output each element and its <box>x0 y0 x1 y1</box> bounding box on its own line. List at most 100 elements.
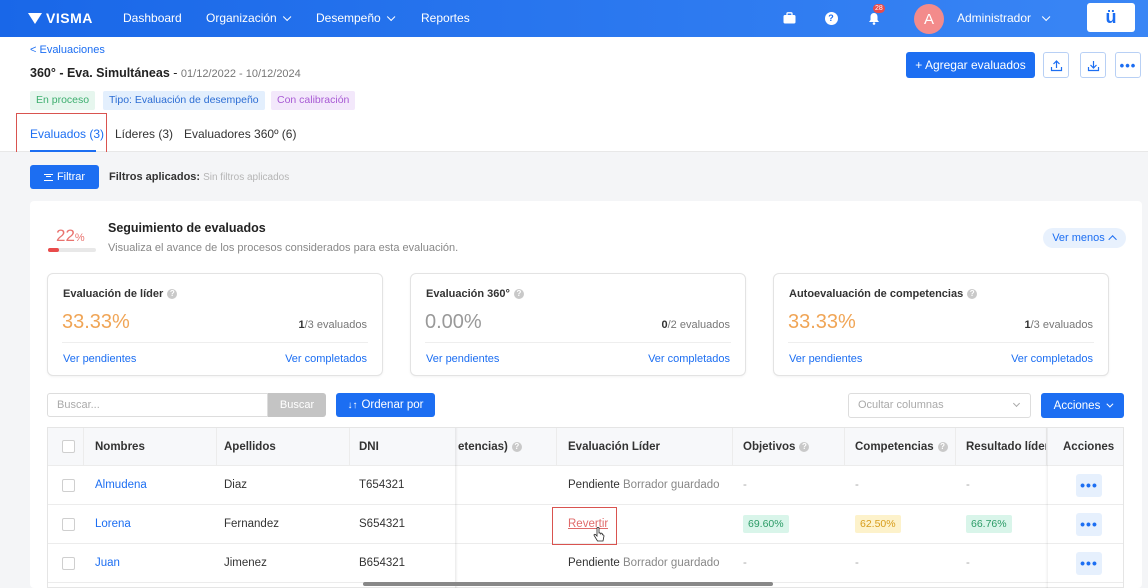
stat-title-text: Autoevaluación de competencias <box>789 288 964 300</box>
scroll-shadow <box>455 428 458 588</box>
objectives-cell: 69.60% <box>743 505 789 543</box>
leader-eval-cell: Pendiente Borrador guardado <box>568 544 720 582</box>
order-by-label: Ordenar por <box>361 399 424 411</box>
dni-cell: T654321 <box>359 479 405 491</box>
ver-completados-link[interactable]: Ver completados <box>285 353 367 365</box>
checkbox[interactable] <box>62 556 75 570</box>
dni-cell: B654321 <box>359 557 406 569</box>
app-switcher-button[interactable]: ü <box>1087 3 1135 32</box>
actions-dropdown-button[interactable]: Acciones <box>1041 393 1124 418</box>
row-checkbox[interactable] <box>62 466 75 504</box>
tracking-title: Seguimiento de evaluados <box>108 221 266 235</box>
nav-label: Reportes <box>421 11 470 25</box>
column-header-competencias[interactable]: Competencias? <box>855 428 948 465</box>
column-header-objetivos[interactable]: Objetivos? <box>743 428 810 465</box>
column-header-nombres[interactable]: Nombres <box>95 428 145 465</box>
ver-completados-link[interactable]: Ver completados <box>648 353 730 365</box>
download-button[interactable] <box>1080 52 1106 78</box>
objectives-cell: - <box>743 479 747 491</box>
status-note: Borrador guardado <box>623 557 720 569</box>
column-header-resultado-lider[interactable]: Resultado líder <box>966 428 1046 465</box>
stat-count-rest: /3 evaluados <box>1030 319 1093 331</box>
logo-text: VISMA <box>46 10 93 26</box>
nav-dashboard[interactable]: Dashboard <box>123 11 182 25</box>
nav-label: Desempeño <box>316 11 381 25</box>
checkbox[interactable] <box>62 478 75 492</box>
visma-logo[interactable]: VISMA <box>28 10 93 26</box>
ver-pendientes-link[interactable]: Ver pendientes <box>426 353 499 365</box>
row-checkbox[interactable] <box>62 505 75 543</box>
surname-cell: Diaz <box>224 479 248 491</box>
search-button[interactable]: Buscar <box>268 393 326 417</box>
filter-button[interactable]: Filtrar <box>30 165 99 189</box>
help-icon[interactable]: ? <box>513 289 524 300</box>
progress-value: 22 <box>56 226 75 245</box>
chevron-down-icon <box>1106 400 1114 408</box>
row-more-button[interactable]: ••• <box>1076 512 1102 536</box>
table-row: Almudena Diaz T654321 Pendiente Borrador… <box>48 466 1123 505</box>
row-checkbox[interactable] <box>62 544 75 582</box>
applied-filters-label: Filtros aplicados: <box>109 171 201 183</box>
checkbox[interactable] <box>62 517 75 531</box>
sticky-column-shadow <box>1045 428 1048 588</box>
nav-label: Organización <box>206 11 277 25</box>
result-cell: 66.76% <box>966 505 1012 543</box>
ver-menos-button[interactable]: Ver menos <box>1043 228 1126 248</box>
help-icon[interactable]: ? <box>511 441 522 452</box>
nav-desempeno[interactable]: Desempeño <box>316 11 396 25</box>
notification-count-badge: 28 <box>873 4 885 13</box>
status-text: Pendiente <box>568 479 620 491</box>
nav-reportes[interactable]: Reportes <box>421 11 470 25</box>
stat-count: 1/3 evaluados <box>1024 319 1093 331</box>
checkbox[interactable] <box>62 440 75 453</box>
more-options-button[interactable]: ••• <box>1115 52 1141 78</box>
row-more-button[interactable]: ••• <box>1076 473 1102 497</box>
column-header-acciones: Acciones <box>1063 440 1115 453</box>
help-icon[interactable]: ? <box>937 441 948 452</box>
divider <box>62 342 368 343</box>
help-icon[interactable]: ? <box>823 10 839 26</box>
ver-completados-link[interactable]: Ver completados <box>1011 353 1093 365</box>
column-header-dni[interactable]: DNI <box>359 428 379 465</box>
evaluado-name-link[interactable]: Almudena <box>95 466 147 504</box>
result-cell: - <box>966 479 970 491</box>
order-by-button[interactable]: ↓↑ Ordenar por <box>336 393 435 417</box>
chevron-down-icon <box>386 12 396 22</box>
select-all-checkbox[interactable] <box>62 428 75 465</box>
briefcase-icon[interactable] <box>781 10 797 26</box>
help-icon[interactable]: ? <box>799 441 810 452</box>
evaluado-name-link[interactable]: Lorena <box>95 505 131 543</box>
help-icon[interactable]: ? <box>967 289 978 300</box>
upload-button[interactable] <box>1043 52 1069 78</box>
tab-evaluadores-360[interactable]: Evaluadores 360º (6) <box>184 127 296 141</box>
column-header-competencias-partial[interactable]: etencias)? <box>458 428 522 465</box>
row-actions: ••• <box>1076 466 1102 504</box>
ver-pendientes-link[interactable]: Ver pendientes <box>63 353 136 365</box>
add-evaluados-button[interactable]: + Agregar evaluados <box>906 52 1035 78</box>
dni-cell: S654321 <box>359 518 406 530</box>
nav-organizacion[interactable]: Organización <box>206 11 292 25</box>
avatar[interactable]: A <box>914 4 944 34</box>
row-more-button[interactable]: ••• <box>1076 551 1102 575</box>
competencies-chip: 62.50% <box>855 515 901 533</box>
competencies-cell: - <box>855 479 859 491</box>
back-to-evaluaciones-link[interactable]: < Evaluaciones <box>30 44 105 56</box>
stat-count-rest: /3 evaluados <box>304 319 367 331</box>
evaluado-name-link[interactable]: Juan <box>95 544 120 582</box>
result-cell: - <box>966 557 970 569</box>
ver-pendientes-link[interactable]: Ver pendientes <box>789 353 862 365</box>
help-icon[interactable]: ? <box>167 289 178 300</box>
horizontal-scrollbar[interactable] <box>363 582 773 586</box>
hide-columns-select[interactable]: Ocultar columnas <box>848 393 1031 418</box>
tracking-subtitle: Visualiza el avance de los procesos cons… <box>108 242 459 254</box>
competencies-cell: - <box>855 557 859 569</box>
more-icon: ••• <box>1119 57 1137 73</box>
search-input[interactable]: Buscar... <box>47 393 268 417</box>
divider <box>425 342 731 343</box>
user-menu[interactable]: Administrador <box>957 11 1051 25</box>
column-header-evaluacion-lider[interactable]: Evaluación Líder <box>568 428 660 465</box>
tab-lideres[interactable]: Líderes (3) <box>115 127 173 141</box>
type-tag: Tipo: Evaluación de desempeño <box>103 91 265 110</box>
stat-count-rest: /2 evaluados <box>667 319 730 331</box>
column-header-apellidos[interactable]: Apellidos <box>224 428 276 465</box>
